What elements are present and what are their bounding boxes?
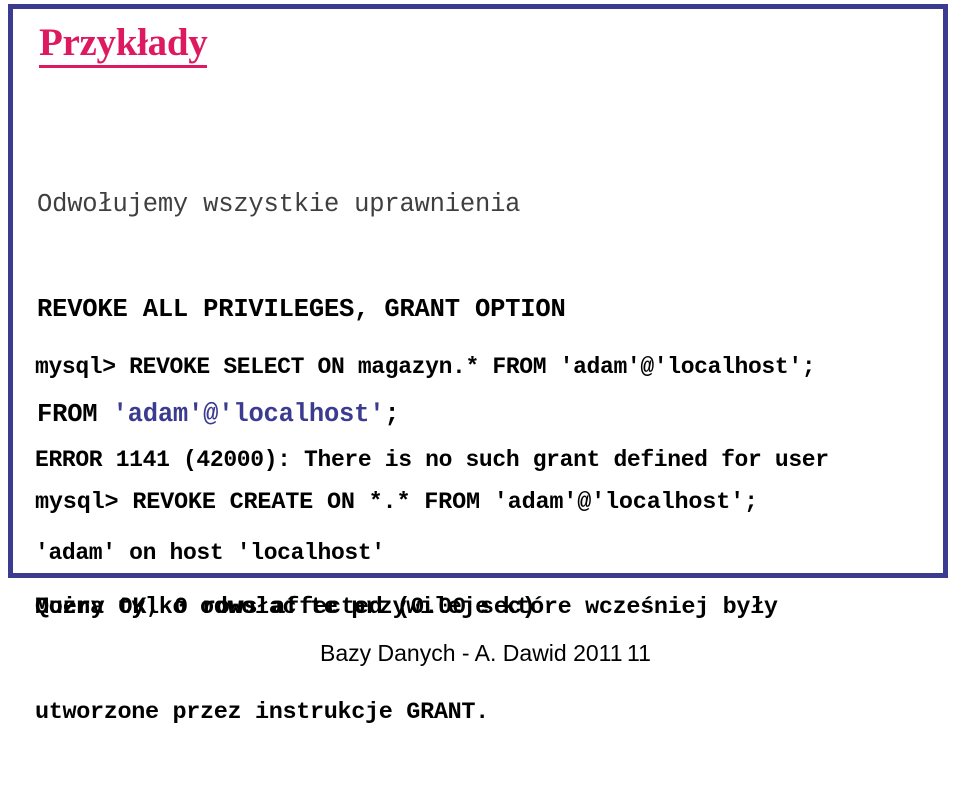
revoke-create-prompt-line: mysql> REVOKE CREATE ON *.* FROM 'adam'@…	[35, 489, 758, 516]
slide-frame: Przykłady Odwołujemy wszystkie uprawnien…	[8, 4, 948, 726]
closing-note-line-2: utworzone przez instrukcje GRANT.	[35, 699, 489, 726]
footer-page-number: 11	[627, 640, 651, 666]
slide-footer: Bazy Danych - A. Dawid 2011 11	[0, 640, 960, 670]
revoke-select-prompt-line: mysql> REVOKE SELECT ON magazyn.* FROM '…	[35, 354, 816, 380]
page-title-text: Przykłady	[39, 21, 208, 68]
revoke-all-note-line: Odwołujemy wszystkie uprawnienia	[37, 190, 521, 219]
footer-credit: Bazy Danych - A. Dawid 2011	[320, 640, 623, 666]
closing-note-line-1: Można tylko odwołać te przywileje które …	[35, 594, 778, 621]
page-title: Przykłady	[39, 21, 208, 68]
